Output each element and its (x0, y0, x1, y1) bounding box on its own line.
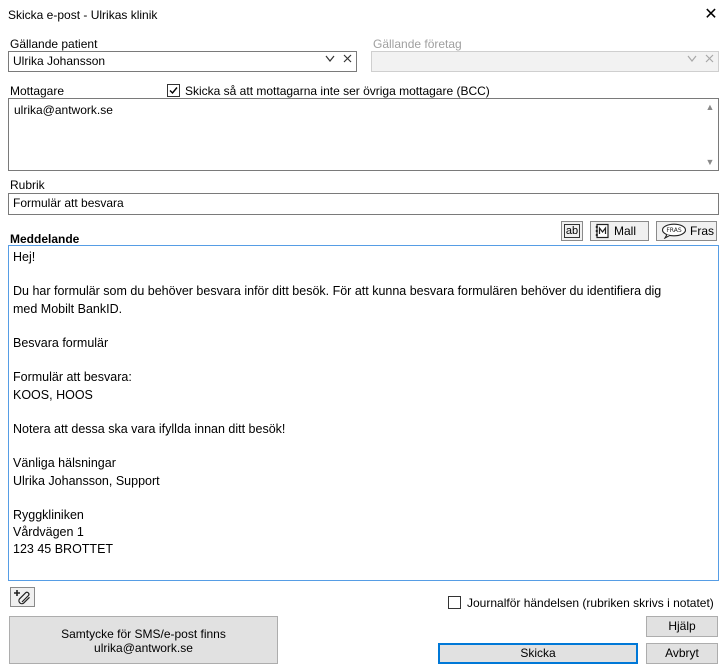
scroll-down-icon[interactable]: ▼ (702, 154, 718, 170)
ab-icon: ab (563, 224, 581, 238)
company-field (371, 51, 719, 72)
fras-button[interactable]: FRAS Fras (656, 221, 717, 241)
patient-field[interactable]: Ulrika Johansson (8, 51, 357, 72)
message-line: 123 45 BROTTET (13, 542, 114, 557)
message-line: KOOS, HOOS (13, 387, 93, 402)
message-line: Formulär att besvara: (13, 370, 132, 385)
message-line: Vårdvägen 1 (13, 525, 84, 540)
recipients-value: ulrika@antwork.se (14, 103, 113, 117)
mall-label: Mall (614, 224, 637, 238)
attach-button[interactable] (10, 587, 35, 607)
chevron-down-icon (685, 53, 699, 68)
patient-label: Gällande patient (10, 37, 98, 51)
fras-icon-text: FRAS (666, 227, 681, 234)
phrase-bubble-icon: FRAS (661, 223, 687, 239)
subject-input[interactable]: Formulär att besvara (8, 193, 719, 215)
journal-checkbox[interactable] (448, 596, 461, 609)
message-line (13, 318, 714, 335)
patient-value: Ulrika Johansson (13, 54, 106, 68)
recipients-scrollbar[interactable]: ▲ ▼ (702, 99, 718, 170)
message-line: med Mobilt BankID. (13, 301, 123, 316)
subject-label: Rubrik (10, 178, 45, 192)
message-line (13, 404, 714, 421)
message-line (13, 266, 714, 283)
recipients-label: Mottagare (10, 84, 65, 98)
close-icon[interactable]: ✕ (700, 4, 722, 26)
scroll-up-icon[interactable]: ▲ (702, 99, 718, 115)
consent-line-1: Samtycke för SMS/e-post finns (61, 627, 226, 641)
message-line: Notera att dessa ska vara ifyllda innan … (13, 422, 286, 437)
message-line: Vänliga hälsningar (13, 456, 116, 471)
message-line (13, 490, 714, 507)
message-label: Meddelande (10, 232, 80, 246)
title-bar: Skicka e-post - Ulrikas klinik ✕ (0, 0, 727, 30)
recipients-input[interactable]: ulrika@antwork.se ▲ ▼ (8, 98, 719, 171)
message-body: Hej! Du har formulär som du behöver besv… (13, 249, 714, 559)
message-line: Ulrika Johansson, Support (13, 473, 160, 488)
cancel-button[interactable]: Avbryt (646, 643, 718, 664)
help-button[interactable]: Hjälp (646, 616, 718, 637)
consent-line-2: ulrika@antwork.se (94, 641, 193, 655)
message-textarea[interactable]: Hej! Du har formulär som du behöver besv… (8, 245, 719, 581)
clear-icon (702, 53, 716, 68)
message-line: Ryggkliniken (13, 508, 84, 523)
message-line: Du har formulär som du behöver besvara i… (13, 284, 662, 299)
journal-label[interactable]: Journalför händelsen (rubriken skrivs i … (467, 596, 714, 610)
ab-button[interactable]: ab (561, 221, 583, 241)
window-title: Skicka e-post - Ulrikas klinik (8, 8, 158, 22)
clear-icon[interactable] (340, 53, 354, 68)
message-line (13, 352, 714, 369)
chevron-down-icon[interactable] (323, 53, 337, 68)
bcc-checkbox[interactable] (167, 84, 180, 97)
mall-button[interactable]: Mall (590, 221, 649, 241)
subject-value: Formulär att besvara (13, 196, 124, 210)
add-attachment-icon (13, 590, 30, 605)
consent-box[interactable]: Samtycke för SMS/e-post finns ulrika@ant… (9, 616, 278, 664)
message-line (13, 438, 714, 455)
message-line: Hej! (13, 250, 36, 264)
bcc-label[interactable]: Skicka så att mottagarna inte ser övriga… (185, 84, 490, 98)
message-line: Besvara formulär (13, 336, 109, 351)
company-label: Gällande företag (373, 37, 462, 51)
send-button[interactable]: Skicka (438, 643, 638, 664)
fras-label: Fras (690, 224, 714, 238)
template-icon (595, 223, 609, 239)
